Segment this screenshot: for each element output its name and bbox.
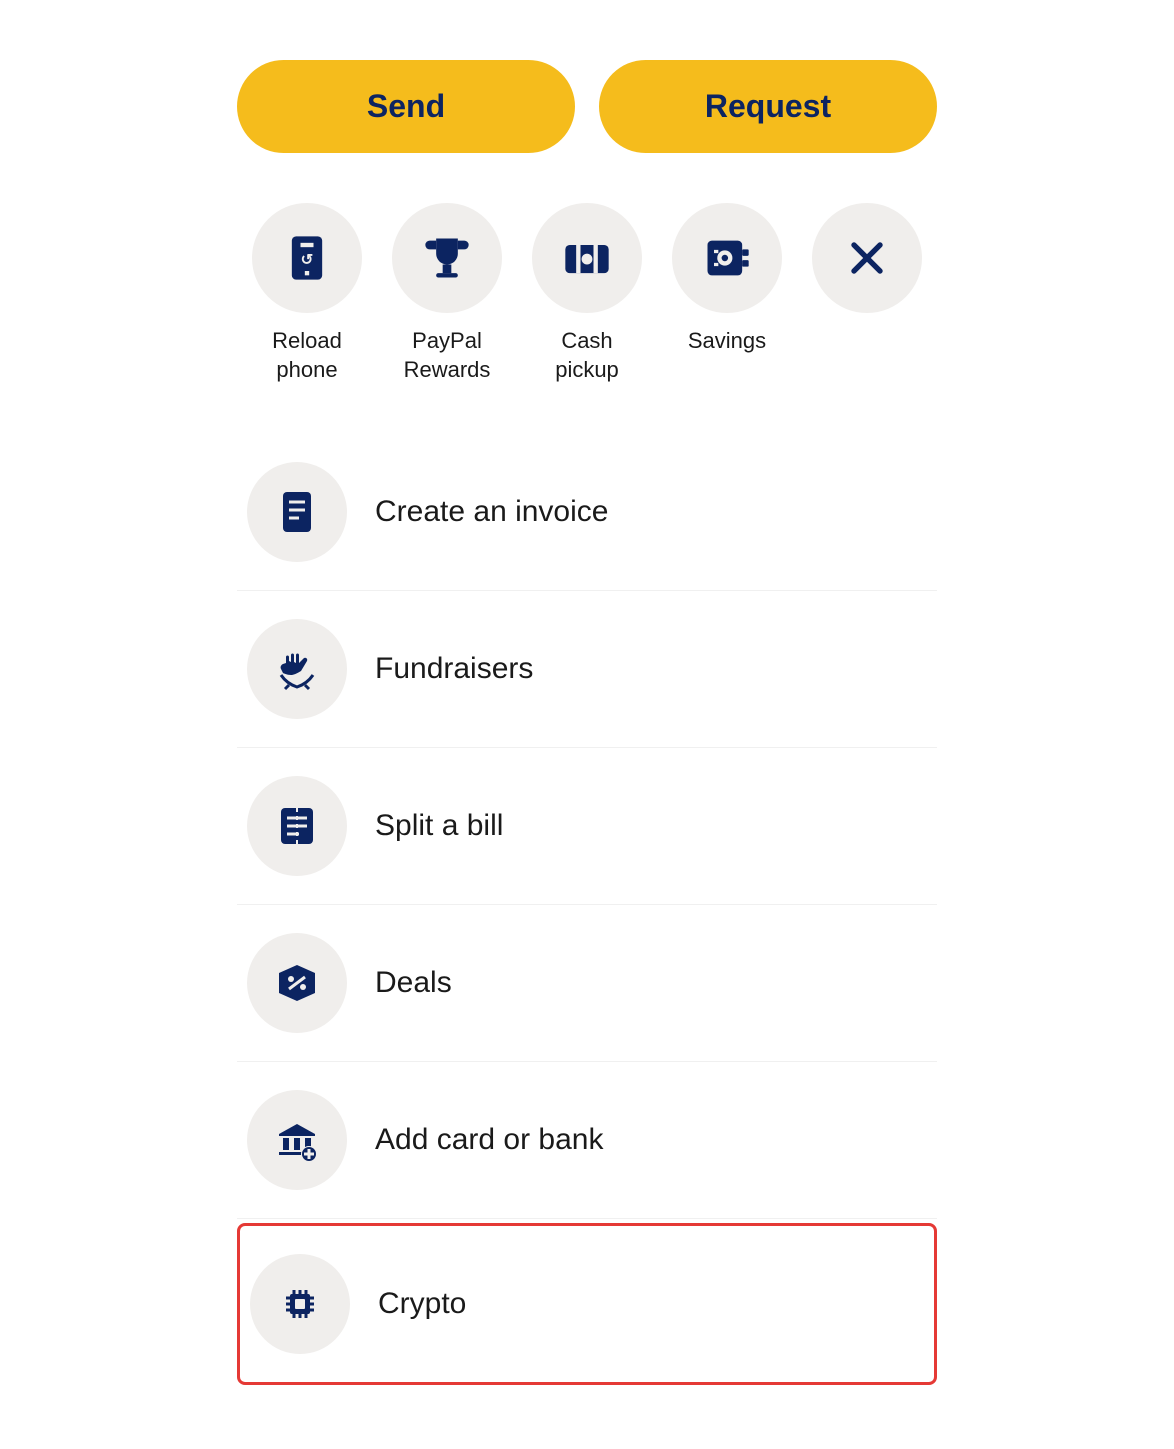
split-bill-circle xyxy=(247,776,347,876)
paypal-rewards-circle xyxy=(392,203,502,313)
cash-pickup-icon xyxy=(561,232,613,284)
quick-action-cash-pickup[interactable]: Cashpickup xyxy=(527,203,647,384)
deals-circle xyxy=(247,933,347,1033)
trophy-icon xyxy=(421,232,473,284)
list-item-deals[interactable]: Deals xyxy=(237,905,937,1062)
list-item-fundraisers[interactable]: Fundraisers xyxy=(237,591,937,748)
add-card-bank-label: Add card or bank xyxy=(375,1123,603,1157)
create-invoice-label: Create an invoice xyxy=(375,495,608,529)
send-button[interactable]: Send xyxy=(237,60,575,153)
safe-icon xyxy=(701,232,753,284)
quick-action-paypal-rewards[interactable]: PayPalRewards xyxy=(387,203,507,384)
deals-icon xyxy=(273,959,321,1007)
savings-label: Savings xyxy=(688,327,766,356)
paypal-rewards-label: PayPalRewards xyxy=(404,327,491,384)
svg-text:↺: ↺ xyxy=(301,252,314,269)
phone-reload-icon: ↺ xyxy=(281,232,333,284)
list-item-split-bill[interactable]: Split a bill xyxy=(237,748,937,905)
savings-circle xyxy=(672,203,782,313)
invoice-icon xyxy=(273,488,321,536)
main-container: Send Request ↺ Reloadphone xyxy=(237,60,937,1389)
quick-action-savings[interactable]: Savings xyxy=(667,203,787,356)
fundraisers-label: Fundraisers xyxy=(375,652,533,686)
split-bill-icon xyxy=(273,802,321,850)
add-bank-icon xyxy=(273,1116,321,1164)
request-button[interactable]: Request xyxy=(599,60,937,153)
close-icon xyxy=(841,232,893,284)
list-item-create-invoice[interactable]: Create an invoice xyxy=(237,434,937,591)
fundraisers-circle xyxy=(247,619,347,719)
cash-pickup-circle xyxy=(532,203,642,313)
quick-action-reload-phone[interactable]: ↺ Reloadphone xyxy=(247,203,367,384)
crypto-icon xyxy=(276,1280,324,1328)
reload-phone-label: Reloadphone xyxy=(272,327,342,384)
add-card-bank-circle xyxy=(247,1090,347,1190)
fundraisers-icon xyxy=(273,645,321,693)
list-items-container: Create an invoice Fundraisers xyxy=(237,434,937,1389)
quick-action-close[interactable] xyxy=(807,203,927,313)
quick-actions-row: ↺ Reloadphone PayPalRewards xyxy=(237,203,937,384)
split-bill-label: Split a bill xyxy=(375,809,503,843)
close-circle xyxy=(812,203,922,313)
crypto-label: Crypto xyxy=(378,1287,466,1321)
cash-pickup-label: Cashpickup xyxy=(555,327,619,384)
top-buttons-row: Send Request xyxy=(237,60,937,153)
list-item-crypto[interactable]: Crypto xyxy=(237,1223,937,1385)
reload-phone-circle: ↺ xyxy=(252,203,362,313)
deals-label: Deals xyxy=(375,966,452,1000)
list-item-add-card-bank[interactable]: Add card or bank xyxy=(237,1062,937,1219)
create-invoice-circle xyxy=(247,462,347,562)
crypto-circle xyxy=(250,1254,350,1354)
